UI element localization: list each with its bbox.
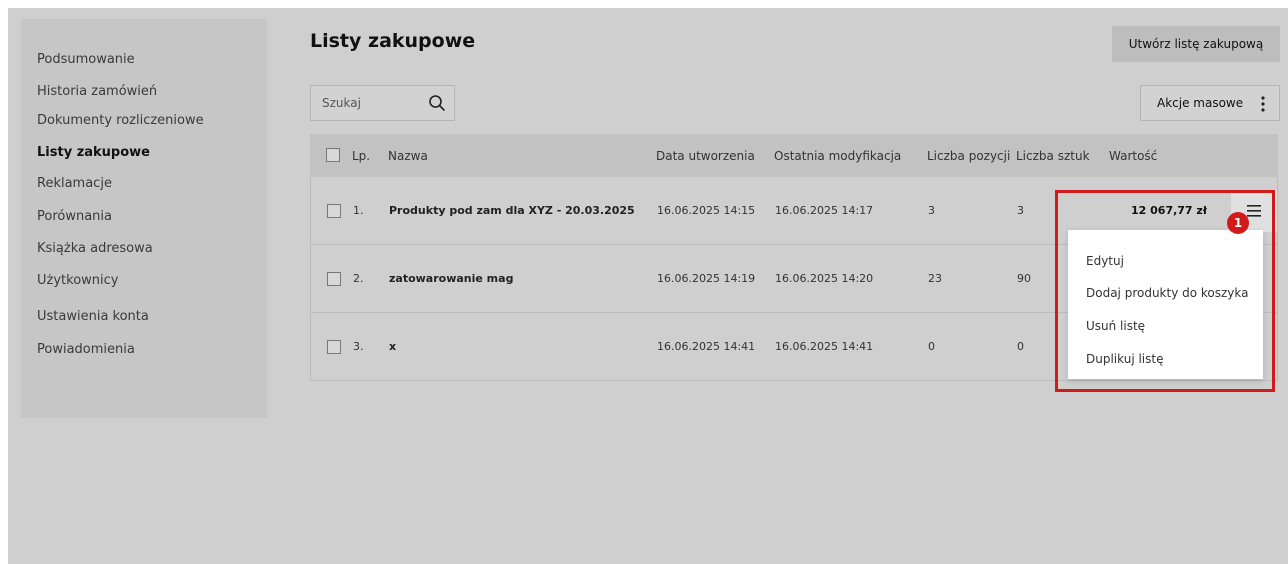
row-name-link[interactable]: zatowarowanie mag xyxy=(389,272,513,285)
sidebar-item-address-book[interactable]: Książka adresowa xyxy=(37,241,153,256)
row-created: 16.06.2025 14:19 xyxy=(657,272,756,285)
row-lp: 3. xyxy=(353,340,364,353)
column-header-lp: Lp. xyxy=(352,149,371,163)
sidebar-item-notifications[interactable]: Powiadomienia xyxy=(37,342,135,357)
row-checkbox[interactable] xyxy=(327,340,341,354)
search-icon[interactable] xyxy=(428,94,446,112)
table-header: Lp. Nazwa Data utworzenia Ostatnia modyf… xyxy=(310,134,1278,177)
sidebar-item-account-settings[interactable]: Ustawienia konta xyxy=(37,309,149,324)
column-header-created[interactable]: Data utworzenia xyxy=(656,149,755,163)
column-header-pieces[interactable]: Liczba sztuk xyxy=(1016,149,1090,163)
row-name-link[interactable]: x xyxy=(389,340,396,353)
create-list-button[interactable]: Utwórz listę zakupową xyxy=(1112,26,1280,62)
kebab-menu-icon xyxy=(1261,96,1265,112)
row-created: 16.06.2025 14:15 xyxy=(657,204,756,217)
account-sidebar: Podsumowanie Historia zamówień Dokumenty… xyxy=(21,19,267,418)
row-pieces: 0 xyxy=(1017,340,1024,353)
row-modified: 16.06.2025 14:41 xyxy=(775,340,874,353)
app-window: Podsumowanie Historia zamówień Dokumenty… xyxy=(8,8,1288,564)
column-header-positions[interactable]: Liczba pozycji xyxy=(927,149,1010,163)
bulk-actions-button[interactable]: Akcje masowe xyxy=(1140,85,1280,121)
sidebar-item-comparisons[interactable]: Porównania xyxy=(37,209,112,224)
row-positions: 0 xyxy=(928,340,935,353)
search-input[interactable] xyxy=(311,86,421,120)
row-positions: 23 xyxy=(928,272,942,285)
sidebar-item-order-history[interactable]: Historia zamówień xyxy=(37,84,157,99)
row-created: 16.06.2025 14:41 xyxy=(657,340,756,353)
page-title: Listy zakupowe xyxy=(310,30,476,52)
select-all-checkbox[interactable] xyxy=(326,148,340,162)
search-box xyxy=(310,85,455,121)
row-pieces: 90 xyxy=(1017,272,1031,285)
sidebar-item-shopping-lists[interactable]: Listy zakupowe xyxy=(37,145,150,160)
sidebar-item-settlement-documents[interactable]: Dokumenty rozliczeniowe xyxy=(37,113,204,128)
row-lp: 2. xyxy=(353,272,364,285)
column-header-value[interactable]: Wartość xyxy=(1109,149,1157,163)
column-header-modified[interactable]: Ostatnia modyfikacja xyxy=(774,149,901,163)
column-header-name[interactable]: Nazwa xyxy=(388,149,428,163)
annotation-badge: 1 xyxy=(1227,212,1249,234)
sidebar-item-complaints[interactable]: Reklamacje xyxy=(37,176,112,191)
row-checkbox[interactable] xyxy=(327,204,341,218)
sidebar-item-users[interactable]: Użytkownicy xyxy=(37,273,118,288)
row-positions: 3 xyxy=(928,204,935,217)
row-name-link[interactable]: Produkty pod zam dla XYZ - 20.03.2025 xyxy=(389,204,635,217)
row-pieces: 3 xyxy=(1017,204,1024,217)
bulk-actions-label: Akcje masowe xyxy=(1157,96,1244,110)
row-lp: 1. xyxy=(353,204,364,217)
row-modified: 16.06.2025 14:17 xyxy=(775,204,874,217)
sidebar-item-summary[interactable]: Podsumowanie xyxy=(37,52,135,67)
row-checkbox[interactable] xyxy=(327,272,341,286)
row-modified: 16.06.2025 14:20 xyxy=(775,272,874,285)
